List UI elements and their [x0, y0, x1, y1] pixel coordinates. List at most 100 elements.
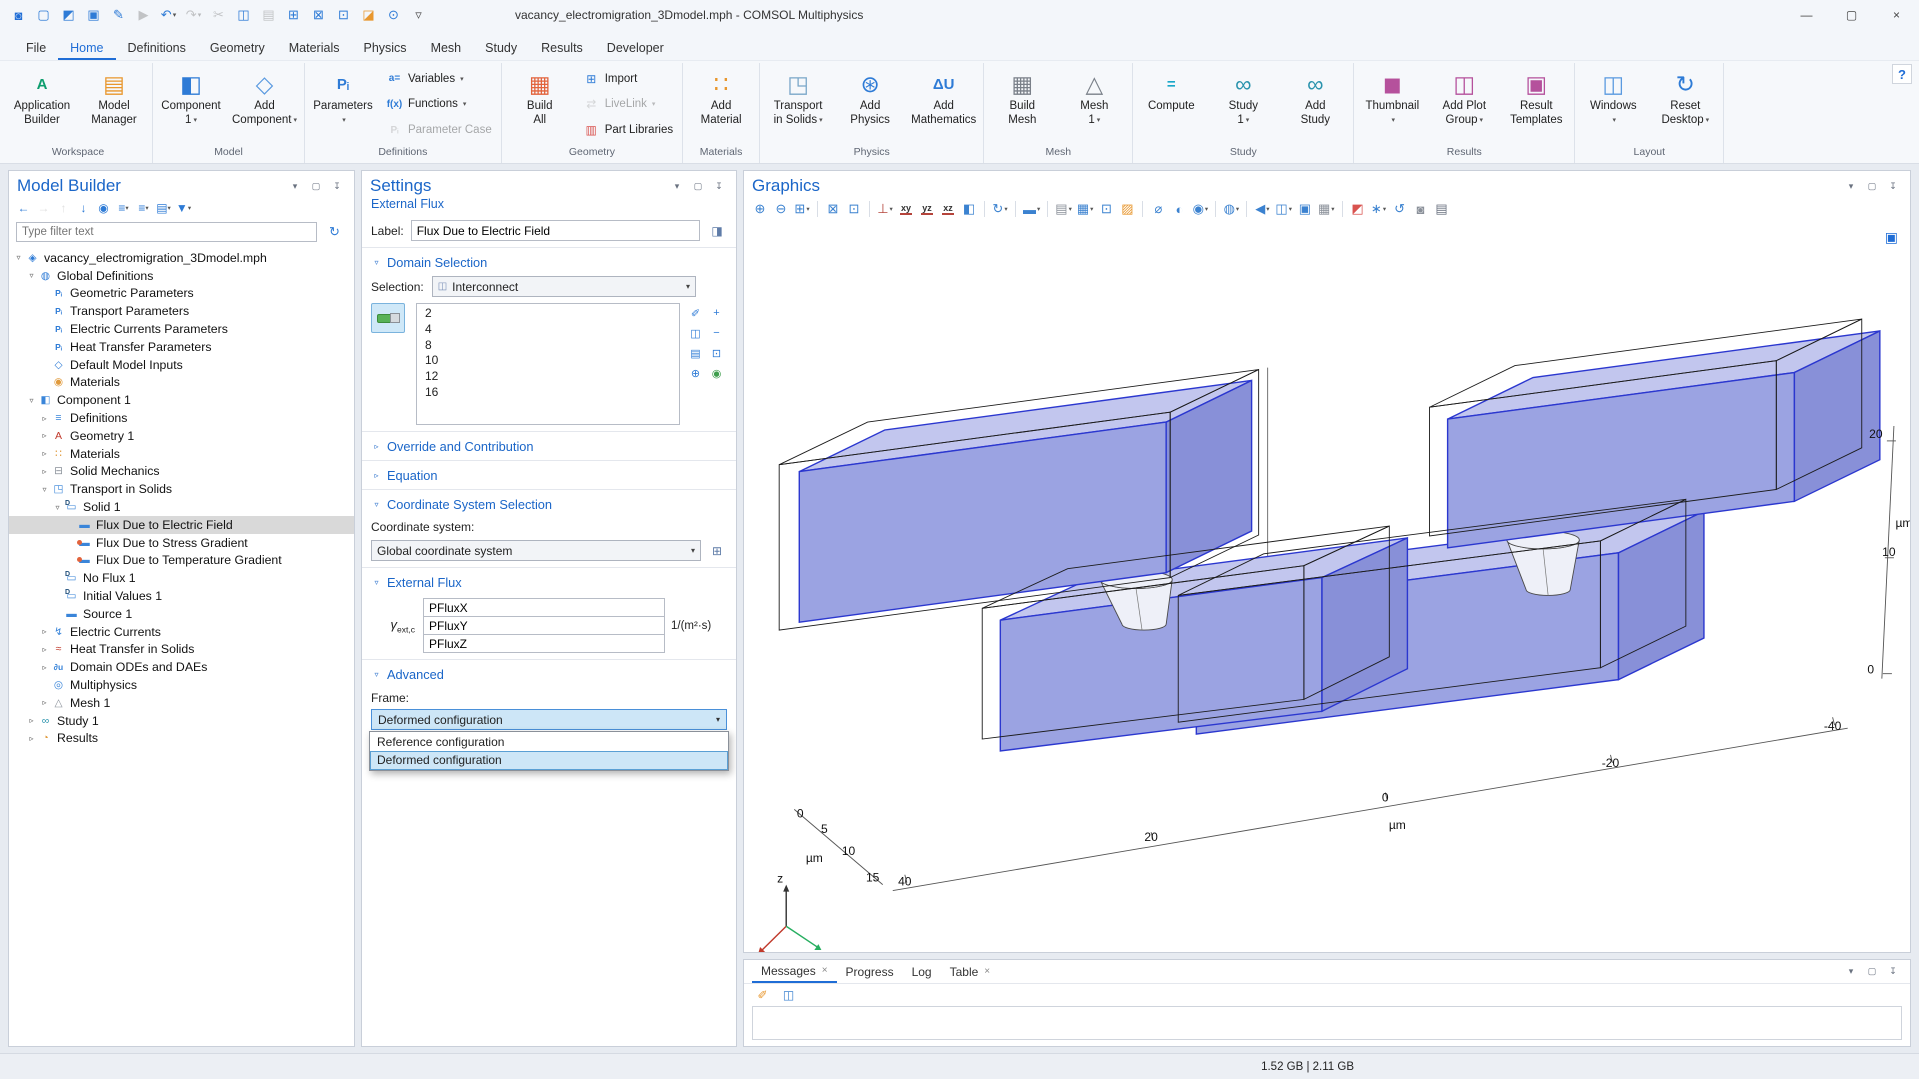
variables-button[interactable]: a=Variables▾ — [381, 69, 497, 89]
tab-table[interactable]: Table× — [941, 960, 1000, 983]
tree-chevron-icon[interactable]: ▿ — [13, 253, 24, 262]
tree-chevron-icon[interactable]: ▿ — [39, 485, 50, 494]
tree-item[interactable]: ▿◍Global Definitions — [9, 267, 354, 285]
tree-item[interactable]: ▿◈vacancy_electromigration_3Dmodel.mph — [9, 249, 354, 267]
new-file-button[interactable]: ▢ — [32, 4, 55, 26]
tab-log[interactable]: Log — [903, 960, 941, 983]
frame-combobox[interactable]: Deformed configuration ▾ — [371, 709, 727, 730]
clear-selection-button[interactable]: ◪ — [357, 4, 380, 26]
go-forward-button[interactable]: → — [35, 199, 52, 217]
tree-chevron-icon[interactable]: ▹ — [39, 449, 50, 458]
grid-button[interactable]: ▦▾ — [1316, 199, 1337, 219]
tree-item[interactable]: ▹≈Heat Transfer in Solids — [9, 641, 354, 659]
messages-content[interactable] — [752, 1006, 1902, 1040]
select-box-button[interactable]: ⊡ — [1096, 199, 1116, 219]
find-button[interactable]: ⊙ — [382, 4, 405, 26]
copy-messages-button[interactable]: ◫ — [779, 986, 798, 1004]
tree-item[interactable]: PᵢGeometric Parameters — [9, 285, 354, 303]
tab-progress[interactable]: Progress — [837, 960, 903, 983]
livelink-button[interactable]: ⇄LiveLink▾ — [578, 94, 678, 114]
tree-item[interactable]: PᵢHeat Transfer Parameters — [9, 338, 354, 356]
add-plot-group-button[interactable]: ◫Add PlotGroup▾ — [1428, 63, 1500, 146]
transparency-button[interactable]: ◐ — [1169, 199, 1189, 219]
node-text-button[interactable]: ▤▾ — [155, 199, 172, 217]
tree-item[interactable]: ▹↯Electric Currents — [9, 623, 354, 641]
tree-item[interactable]: ▹⊟Solid Mechanics — [9, 463, 354, 481]
hide-selected-button[interactable]: ⌀ — [1148, 199, 1168, 219]
tree-item[interactable]: ▿◧Component 1 — [9, 391, 354, 409]
tree-filter-input[interactable] — [16, 222, 317, 242]
windows-button[interactable]: ◫Windows▾ — [1577, 63, 1649, 146]
panel-pin-button[interactable]: ↧ — [711, 178, 727, 194]
surface-rendering-button[interactable]: ▦▾ — [1075, 199, 1096, 219]
section-override[interactable]: ▹ Override and Contribution — [362, 431, 736, 460]
print-button[interactable]: ▤ — [1432, 199, 1452, 219]
tree-chevron-icon[interactable]: ▹ — [39, 627, 50, 636]
functions-button[interactable]: f(x)Functions▾ — [381, 94, 497, 114]
select-colors-button[interactable]: ◩ — [1348, 199, 1368, 219]
reset-desktop-button[interactable]: ↻ResetDesktop▾ — [1649, 63, 1721, 146]
close-tab-icon[interactable]: × — [822, 965, 828, 976]
add-mathematics-button[interactable]: ΔUAddMathematics — [906, 63, 981, 146]
fl.ux-z-input[interactable] — [423, 634, 665, 653]
environment-button[interactable]: ◍▾ — [1221, 199, 1241, 219]
add-material-button[interactable]: ∷AddMaterial — [685, 63, 757, 146]
tree-item[interactable]: ▬Source 1 — [9, 605, 354, 623]
panel-menu-button[interactable]: ▾ — [287, 178, 303, 194]
comsol-logo-button[interactable]: ◙ — [7, 4, 30, 26]
zoom-to-selection-button[interactable]: ⊡ — [708, 344, 726, 362]
rotate-button[interactable]: ↻▾ — [990, 199, 1010, 219]
tree-item[interactable]: ▹AGeometry 1 — [9, 427, 354, 445]
view-visibility-button[interactable]: ◉▾ — [1190, 199, 1210, 219]
zoom-in-button[interactable]: ⊕ — [750, 199, 770, 219]
panel-float-button[interactable]: ▢ — [308, 178, 324, 194]
select-all-button[interactable]: ⊡ — [332, 4, 355, 26]
model-manager-button[interactable]: ▤ModelManager — [78, 63, 150, 146]
maximize-button[interactable]: ▢ — [1829, 0, 1874, 30]
tab-messages[interactable]: Messages× — [752, 960, 837, 983]
show-in-window-icon[interactable]: ◨ — [707, 221, 727, 241]
delete-button[interactable]: ⊠ — [307, 4, 330, 26]
active-selection-toggle[interactable] — [371, 303, 405, 333]
remove-selection-button[interactable]: − — [708, 324, 726, 342]
move-down-button[interactable]: ↓ — [75, 199, 92, 217]
scene-settings-button[interactable]: ∗▾ — [1369, 199, 1389, 219]
tree-item[interactable]: ▿◳Transport in Solids — [9, 480, 354, 498]
panel-float-button[interactable]: ▢ — [1864, 964, 1880, 980]
scene-camera-button[interactable]: ◧ — [959, 199, 979, 219]
refresh-icon[interactable]: ↻ — [323, 221, 346, 243]
selection-wand-button[interactable]: ✐ — [687, 304, 705, 322]
copy-button[interactable]: ◫ — [232, 4, 255, 26]
import-button[interactable]: ⊞Import — [578, 69, 678, 89]
copy-selection-button[interactable]: ◫ — [687, 324, 705, 342]
sound-button[interactable]: ◀▾ — [1252, 199, 1272, 219]
section-external-flux[interactable]: ▿ External Flux — [362, 567, 736, 596]
duplicate-button[interactable]: ⊞ — [282, 4, 305, 26]
appearance-button[interactable]: ▬▾ — [1021, 199, 1042, 219]
paste-button[interactable]: ▤ — [257, 4, 280, 26]
section-equation[interactable]: ▹ Equation — [362, 460, 736, 489]
go-back-button[interactable]: ← — [15, 199, 32, 217]
view-xy-button[interactable]: xy — [896, 199, 916, 219]
view-yz-button[interactable]: yz — [917, 199, 937, 219]
domain-selection-list[interactable]: 248101216 — [416, 303, 680, 425]
menu-tab-geometry[interactable]: Geometry — [198, 35, 277, 60]
coordinate-system-combobox[interactable]: Global coordinate system ▾ — [371, 540, 701, 561]
flux-x-input[interactable] — [423, 598, 665, 617]
tree-item[interactable]: ▬Flux Due to Electric Field — [9, 516, 354, 534]
result-templates-button[interactable]: ▣ResultTemplates — [1500, 63, 1572, 146]
panel-pin-button[interactable]: ↧ — [1885, 178, 1901, 194]
tree-item[interactable]: ▬Flux Due to Stress Gradient — [9, 534, 354, 552]
panel-menu-button[interactable]: ▾ — [1843, 178, 1859, 194]
deselect-box-button[interactable]: ▨ — [1117, 199, 1137, 219]
go-to-default-view-button[interactable]: ⊡ — [844, 199, 864, 219]
study-button[interactable]: ∞Study1▾ — [1207, 63, 1279, 146]
menu-tab-developer[interactable]: Developer — [595, 35, 676, 60]
tree-item[interactable]: PᵢElectric Currents Parameters — [9, 320, 354, 338]
wireframe-rendering-button[interactable]: ▤▾ — [1053, 199, 1074, 219]
minimize-button[interactable]: — — [1784, 0, 1829, 30]
graphics-canvas[interactable]: 20100µm40200-20-40µm051015µm zxy ▣ — [744, 221, 1910, 952]
tree-item[interactable]: ▹∞Study 1 — [9, 712, 354, 730]
tree-item[interactable]: ▿▭DSolid 1 — [9, 498, 354, 516]
domain-list-item[interactable]: 16 — [417, 385, 679, 401]
